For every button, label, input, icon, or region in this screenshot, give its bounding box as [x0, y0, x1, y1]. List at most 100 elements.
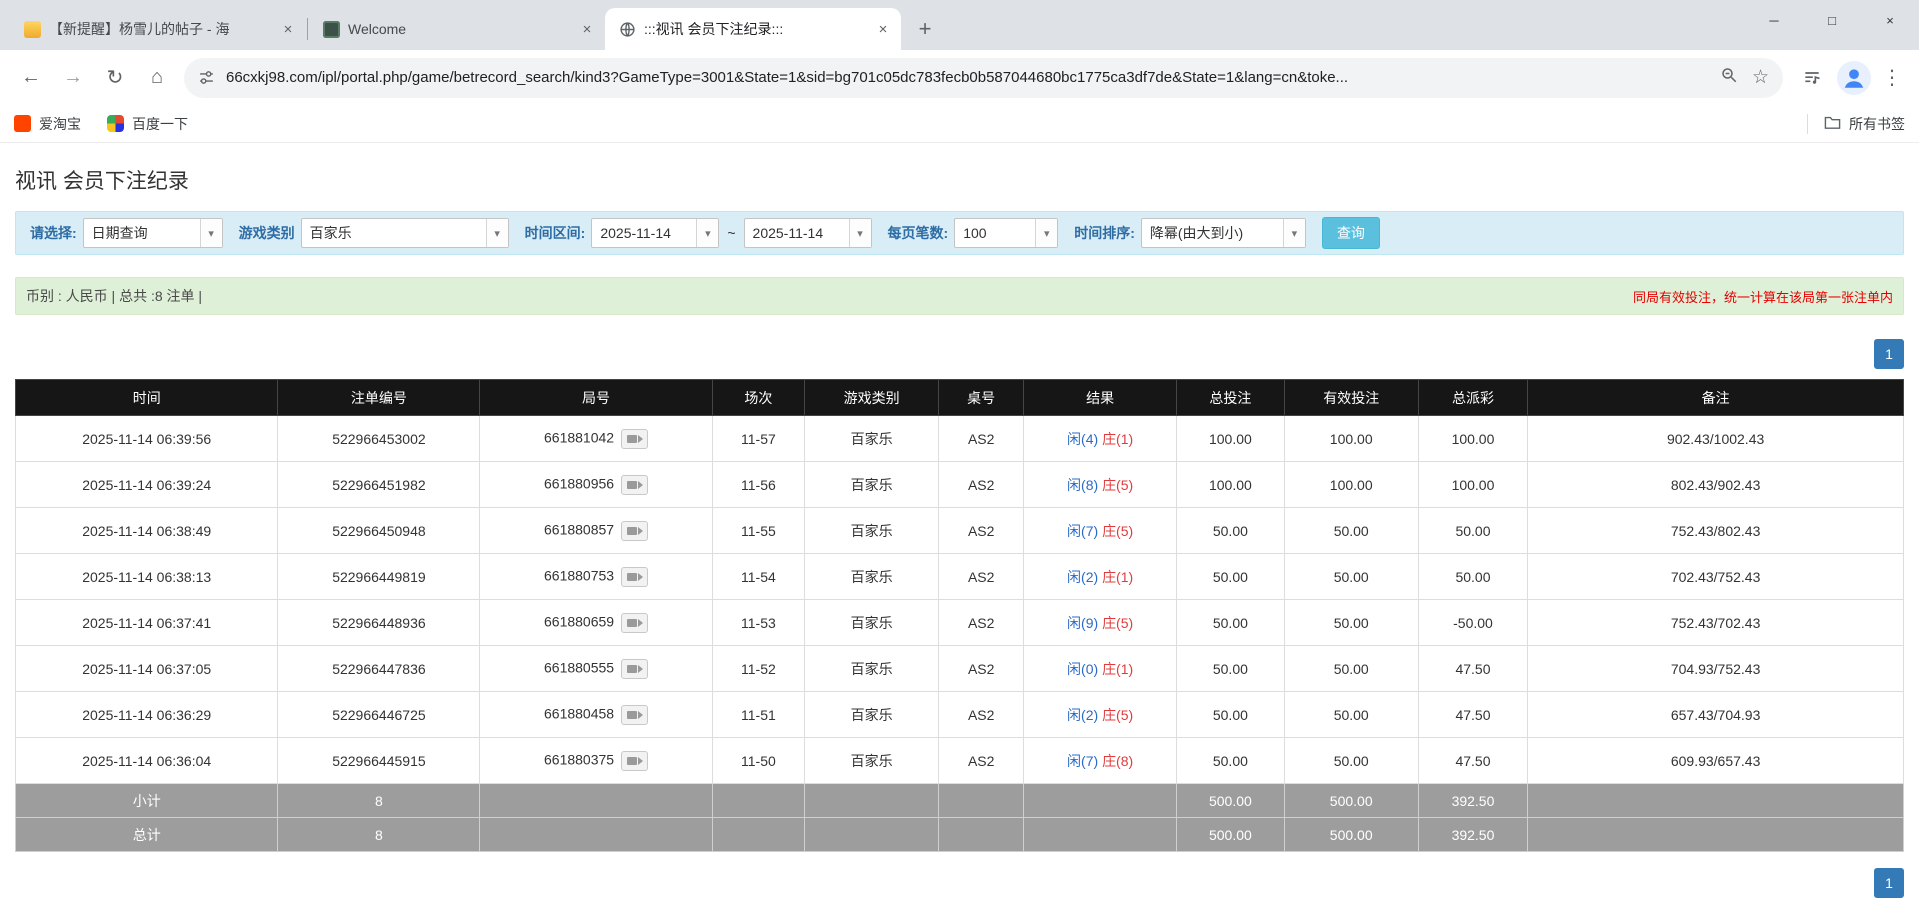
bookmark-star-icon[interactable]: ☆ — [1752, 66, 1769, 89]
cell-table-no: AS2 — [938, 461, 1025, 508]
home-icon[interactable]: ⌂ — [139, 60, 175, 96]
result-banker-link[interactable]: 庄(8) — [1102, 753, 1133, 769]
tab-close-icon[interactable]: × — [577, 19, 597, 39]
video-replay-icon[interactable] — [621, 658, 649, 679]
video-replay-icon[interactable] — [621, 612, 649, 633]
video-replay-icon[interactable] — [621, 566, 649, 587]
result-player-link[interactable]: 闲(2) — [1067, 569, 1098, 585]
cell-total-bet[interactable]: 50.00 — [1176, 507, 1285, 554]
cell-game-type: 百家乐 — [804, 691, 940, 738]
subtotal-count: 8 — [277, 783, 481, 818]
site-settings-icon[interactable] — [198, 69, 215, 86]
forward-icon[interactable]: → — [55, 60, 91, 96]
cell-payout: 100.00 — [1417, 415, 1529, 462]
tab-bet-records[interactable]: :::视讯 会员下注纪录::: × — [605, 8, 901, 50]
tab-close-icon[interactable]: × — [873, 19, 893, 39]
cell-result: 闲(7) 庄(8) — [1023, 737, 1178, 784]
bookmark-taobao[interactable]: 爱淘宝 — [14, 114, 81, 134]
globe-favicon-icon — [619, 21, 636, 38]
query-type-value: 日期查询 — [91, 225, 148, 241]
cell-total-bet[interactable]: 50.00 — [1176, 599, 1285, 646]
browser-menu-icon[interactable]: ⋮ — [1878, 60, 1906, 96]
folder-icon — [1824, 115, 1841, 132]
tab-title: 【新提醒】杨雪儿的帖子 - 海 — [49, 21, 230, 37]
bookmark-baidu[interactable]: 百度一下 — [107, 114, 188, 134]
media-controls-icon[interactable] — [1794, 60, 1830, 96]
result-banker-link[interactable]: 庄(1) — [1102, 569, 1133, 585]
chevron-down-icon[interactable]: ▾ — [199, 219, 222, 247]
page-1-button[interactable]: 1 — [1874, 868, 1904, 898]
empty-cell — [804, 817, 940, 852]
cell-total-bet[interactable]: 50.00 — [1176, 553, 1285, 600]
page-size-select[interactable]: 100 ▾ — [954, 218, 1059, 248]
tab-title: Welcome — [348, 21, 407, 37]
cell-session: 11-55 — [711, 507, 806, 554]
video-replay-icon[interactable] — [621, 428, 649, 449]
back-icon[interactable]: ← — [13, 60, 49, 96]
result-player-link[interactable]: 闲(2) — [1067, 707, 1098, 723]
chevron-down-icon[interactable]: ▾ — [1035, 219, 1058, 247]
chevron-down-icon[interactable]: ▾ — [696, 219, 719, 247]
cell-result: 闲(2) 庄(1) — [1023, 553, 1178, 600]
empty-cell — [1527, 783, 1904, 818]
video-replay-icon[interactable] — [621, 750, 649, 771]
table-row: 2025-11-14 06:39:24 522966451982 6618809… — [14, 461, 1904, 508]
sort-select[interactable]: 降幂(由大到小) ▾ — [1140, 218, 1306, 248]
cell-time: 2025-11-14 06:36:04 — [14, 737, 279, 784]
cell-note: 802.43/902.43 — [1527, 461, 1904, 508]
cell-table-no: AS2 — [938, 415, 1025, 462]
chevron-down-icon[interactable]: ▾ — [848, 219, 871, 247]
cell-total-bet[interactable]: 50.00 — [1176, 691, 1285, 738]
cell-total-bet[interactable]: 100.00 — [1176, 415, 1285, 462]
date-to-select[interactable]: 2025-11-14 ▾ — [743, 218, 872, 248]
result-player-link[interactable]: 闲(8) — [1067, 477, 1098, 493]
cell-payout: 47.50 — [1417, 645, 1529, 692]
result-banker-link[interactable]: 庄(1) — [1102, 661, 1133, 677]
minimize-button[interactable]: ─ — [1745, 0, 1803, 40]
result-banker-link[interactable]: 庄(5) — [1102, 477, 1133, 493]
window-controls: ─ □ × — [1745, 0, 1919, 40]
address-bar[interactable]: 66cxkj98.com/ipl/portal.php/game/betreco… — [184, 57, 1783, 98]
cell-time: 2025-11-14 06:39:24 — [14, 461, 279, 508]
search-button[interactable]: 查询 — [1321, 217, 1380, 249]
refresh-icon[interactable]: ↻ — [97, 60, 133, 96]
video-replay-icon[interactable] — [621, 704, 649, 725]
result-banker-link[interactable]: 庄(1) — [1102, 431, 1133, 447]
all-bookmarks-button[interactable]: 所有书签 — [1824, 114, 1905, 134]
result-banker-link[interactable]: 庄(5) — [1102, 707, 1133, 723]
maximize-button[interactable]: □ — [1803, 0, 1861, 40]
empty-cell — [479, 817, 713, 852]
date-from-select[interactable]: 2025-11-14 ▾ — [591, 218, 720, 248]
cell-total-bet[interactable]: 50.00 — [1176, 737, 1285, 784]
cell-note: 704.93/752.43 — [1527, 645, 1904, 692]
game-type-select[interactable]: 百家乐 ▾ — [300, 218, 509, 248]
query-type-select[interactable]: 日期查询 ▾ — [82, 218, 223, 248]
cell-total-bet[interactable]: 50.00 — [1176, 645, 1285, 692]
tab-welcome[interactable]: Welcome × — [309, 8, 605, 50]
chevron-down-icon[interactable]: ▾ — [1282, 219, 1305, 247]
result-banker-link[interactable]: 庄(5) — [1102, 615, 1133, 631]
result-banker-link[interactable]: 庄(5) — [1102, 523, 1133, 539]
zoom-icon[interactable] — [1720, 66, 1738, 89]
page-1-button[interactable]: 1 — [1874, 339, 1904, 369]
subtotal-total-bet: 500.00 — [1176, 783, 1285, 818]
pagination-top: 1 — [15, 339, 1904, 369]
cell-payout: 50.00 — [1417, 553, 1529, 600]
tab-close-icon[interactable]: × — [278, 19, 298, 39]
video-replay-icon[interactable] — [621, 474, 649, 495]
result-player-link[interactable]: 闲(7) — [1067, 753, 1098, 769]
video-replay-icon[interactable] — [621, 520, 649, 541]
result-player-link[interactable]: 闲(7) — [1067, 523, 1098, 539]
result-player-link[interactable]: 闲(9) — [1067, 615, 1098, 631]
result-player-link[interactable]: 闲(4) — [1067, 431, 1098, 447]
profile-avatar[interactable] — [1837, 60, 1871, 95]
url-text[interactable]: 66cxkj98.com/ipl/portal.php/game/betreco… — [226, 69, 1706, 86]
cell-valid-bet: 50.00 — [1283, 737, 1419, 784]
cell-result: 闲(0) 庄(1) — [1023, 645, 1178, 692]
tab-forum[interactable]: 【新提醒】杨雪儿的帖子 - 海 × — [10, 8, 306, 50]
result-player-link[interactable]: 闲(0) — [1067, 661, 1098, 677]
chevron-down-icon[interactable]: ▾ — [485, 219, 508, 247]
close-button[interactable]: × — [1861, 0, 1919, 40]
new-tab-button[interactable]: + — [909, 13, 941, 45]
cell-total-bet[interactable]: 100.00 — [1176, 461, 1285, 508]
